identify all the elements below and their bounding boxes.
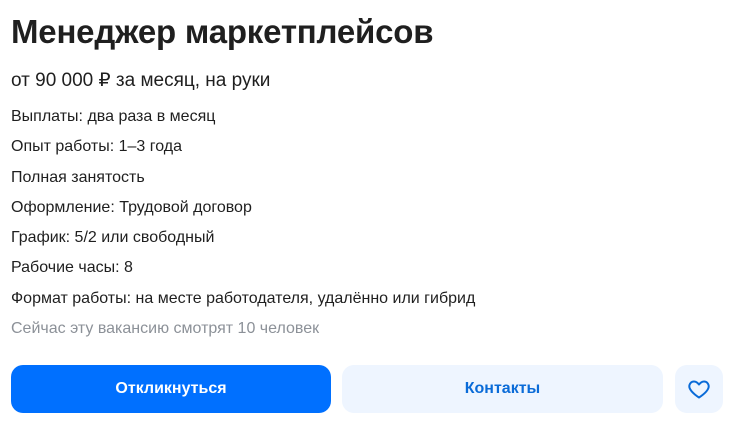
salary-text: от 90 000 ₽ за месяц, на руки bbox=[11, 70, 271, 91]
fact-contract: Оформление: Трудовой договор bbox=[11, 198, 252, 216]
vacancy-facts-list: Выплаты: два раза в месяц Опыт работы: 1… bbox=[11, 106, 475, 318]
viewers-note: Сейчас эту вакансию смотрят 10 человек bbox=[11, 320, 320, 337]
vacancy-title: Менеджер маркетплейсов bbox=[11, 13, 434, 50]
fact-work-format: Формат работы: на месте работодателя, уд… bbox=[11, 289, 476, 307]
fact-hours: Рабочие часы: 8 bbox=[11, 259, 133, 277]
favorite-button[interactable] bbox=[675, 365, 723, 413]
apply-button[interactable]: Откликнуться bbox=[11, 365, 331, 413]
contacts-button[interactable]: Контакты bbox=[342, 365, 663, 413]
apply-button-label: Откликнуться bbox=[115, 380, 227, 397]
fact-experience: Опыт работы: 1–3 года bbox=[11, 138, 183, 156]
contacts-button-label: Контакты bbox=[464, 380, 541, 397]
fact-payouts: Выплаты: два раза в месяц bbox=[11, 108, 216, 125]
fact-schedule: График: 5/2 или свободный bbox=[11, 229, 215, 247]
heart-icon bbox=[687, 377, 711, 401]
fact-employment: Полная занятость bbox=[11, 168, 145, 186]
